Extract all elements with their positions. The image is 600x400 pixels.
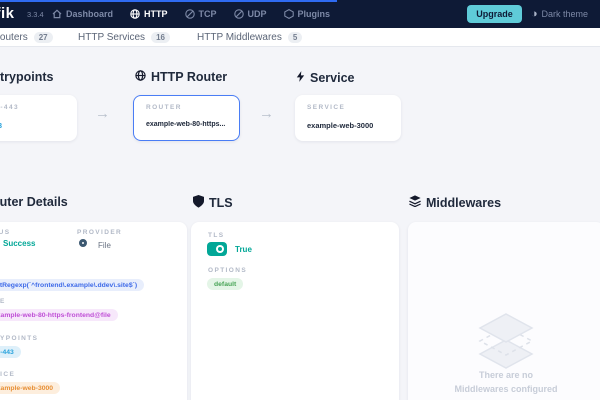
tab-http-middlewares[interactable]: HTTP Middlewares 5 [197, 28, 303, 46]
traefik-dashboard-page: traefik 3.3.4 Dashboard HTTP [0, 0, 600, 400]
http-router-heading: HTTP Router [135, 70, 227, 84]
tab-count-badge: 5 [287, 31, 303, 43]
globe-icon [135, 70, 146, 84]
entrypoint-card-label: WEB-443 [0, 104, 19, 111]
main-nav: Dashboard HTTP TCP UDP Plugins [52, 0, 330, 28]
middlewares-card: There are no Middlewares configured [408, 222, 600, 400]
nav-item-http[interactable]: HTTP [130, 9, 168, 19]
layers-icon [409, 195, 421, 210]
circle-slash-icon [233, 9, 244, 19]
service-badge: example-web-3000 [0, 382, 61, 394]
lightning-bolt-icon [296, 70, 305, 86]
nav-item-label: Plugins [297, 9, 331, 19]
tab-count-badge: 16 [151, 31, 170, 43]
file-provider-icon [79, 239, 87, 247]
router-card-label: ROUTER [146, 104, 182, 111]
entrypoints-badge: web-443 [0, 346, 21, 358]
nav-item-tcp[interactable]: TCP [184, 9, 217, 19]
http-tabbar: HTTP Routers 27 HTTP Services 16 HTTP Mi… [0, 28, 600, 47]
provider-value: File [98, 241, 111, 250]
status-label: STATUS [0, 229, 11, 236]
entrypoints-heading: Entrypoints [0, 70, 53, 84]
router-details-heading: Router Details [0, 195, 68, 209]
tab-label: HTTP Services [78, 31, 146, 43]
tls-card: TLS True OPTIONS default [191, 222, 399, 400]
version-label: 3.3.4 [27, 10, 44, 19]
entrypoint-card-value: :443 [0, 121, 2, 130]
service-label: SERVICE [0, 371, 16, 378]
nav-item-dashboard[interactable]: Dashboard [52, 9, 113, 19]
top-navbar: traefik 3.3.4 Dashboard HTTP [0, 0, 600, 28]
empty-layers-icon [408, 312, 600, 375]
navbar-actions: Upgrade ◑ Dark theme [467, 0, 588, 28]
theme-toggle-label: Dark theme [541, 9, 588, 19]
tab-count-badge: 27 [33, 31, 53, 43]
nav-item-plugins[interactable]: Plugins [283, 9, 331, 19]
http-router-heading-label: HTTP Router [151, 70, 228, 84]
flow-arrow-icon: → [259, 105, 274, 122]
tab-http-services[interactable]: HTTP Services 16 [78, 28, 170, 46]
nav-item-label: Dashboard [66, 9, 114, 19]
router-card-value: example-web-80-https... [146, 121, 226, 128]
provider-label: PROVIDER [77, 229, 123, 236]
tab-label: HTTP Routers [0, 31, 28, 43]
middlewares-empty-state: There are no Middlewares configured [408, 368, 600, 396]
nav-item-label: TCP [198, 9, 217, 19]
tls-value: True [235, 245, 252, 254]
entrypoint-card[interactable]: WEB-443 :443 [0, 95, 77, 141]
options-label: OPTIONS [208, 267, 248, 274]
router-details-card: STATUS Success PROVIDER File HostRegexp(… [0, 222, 187, 400]
empty-state-line: Middlewares configured [454, 384, 558, 394]
shield-icon [193, 195, 204, 211]
service-card-value: example-web-3000 [307, 121, 374, 130]
router-name-badge: example-web-80-https-frontend@file [0, 309, 118, 321]
status-value: Success [3, 239, 36, 248]
router-card[interactable]: ROUTER example-web-80-https... [133, 95, 240, 141]
tls-heading: TLS [193, 195, 233, 211]
tab-http-routers[interactable]: HTTP Routers 27 [0, 28, 53, 46]
options-badge: default [207, 278, 244, 290]
tls-label: TLS [208, 232, 225, 239]
toggle-knob-dot [218, 247, 222, 251]
nav-item-label: UDP [247, 9, 267, 19]
name-label: NAME [0, 298, 6, 305]
middlewares-heading-label: Middlewares [426, 195, 502, 210]
empty-state-line: There are no [478, 370, 534, 380]
theme-toggle[interactable]: ◑ Dark theme [530, 7, 588, 20]
tls-toggle[interactable] [207, 242, 227, 256]
service-card-label: SERVICE [307, 104, 346, 111]
circle-slash-icon [184, 9, 195, 19]
hexagon-icon [283, 9, 294, 19]
upgrade-button[interactable]: Upgrade [467, 5, 522, 23]
home-icon [52, 9, 62, 19]
service-heading-label: Service [310, 71, 355, 85]
tab-label: HTTP Middlewares [197, 31, 282, 43]
toggle-knob [216, 245, 224, 253]
entrypoints-heading-label: Entrypoints [0, 70, 54, 84]
traefik-logo: traefik [0, 5, 15, 22]
nav-item-label: HTTP [144, 9, 168, 19]
nav-item-udp[interactable]: UDP [233, 9, 267, 19]
service-card[interactable]: SERVICE example-web-3000 [295, 95, 401, 141]
tls-heading-label: TLS [209, 196, 233, 210]
entrypoints-label: ENTRYPOINTS [0, 335, 39, 342]
contrast-icon: ◑ [530, 7, 538, 20]
globe-icon [130, 9, 140, 19]
rule-badge: HostRegexp(`^frontend\.example\.ddev\.si… [0, 279, 145, 291]
flow-arrow-icon: → [95, 105, 110, 122]
router-details-heading-label: Router Details [0, 195, 68, 209]
middlewares-heading: Middlewares [409, 195, 501, 210]
service-heading: Service [296, 70, 354, 86]
